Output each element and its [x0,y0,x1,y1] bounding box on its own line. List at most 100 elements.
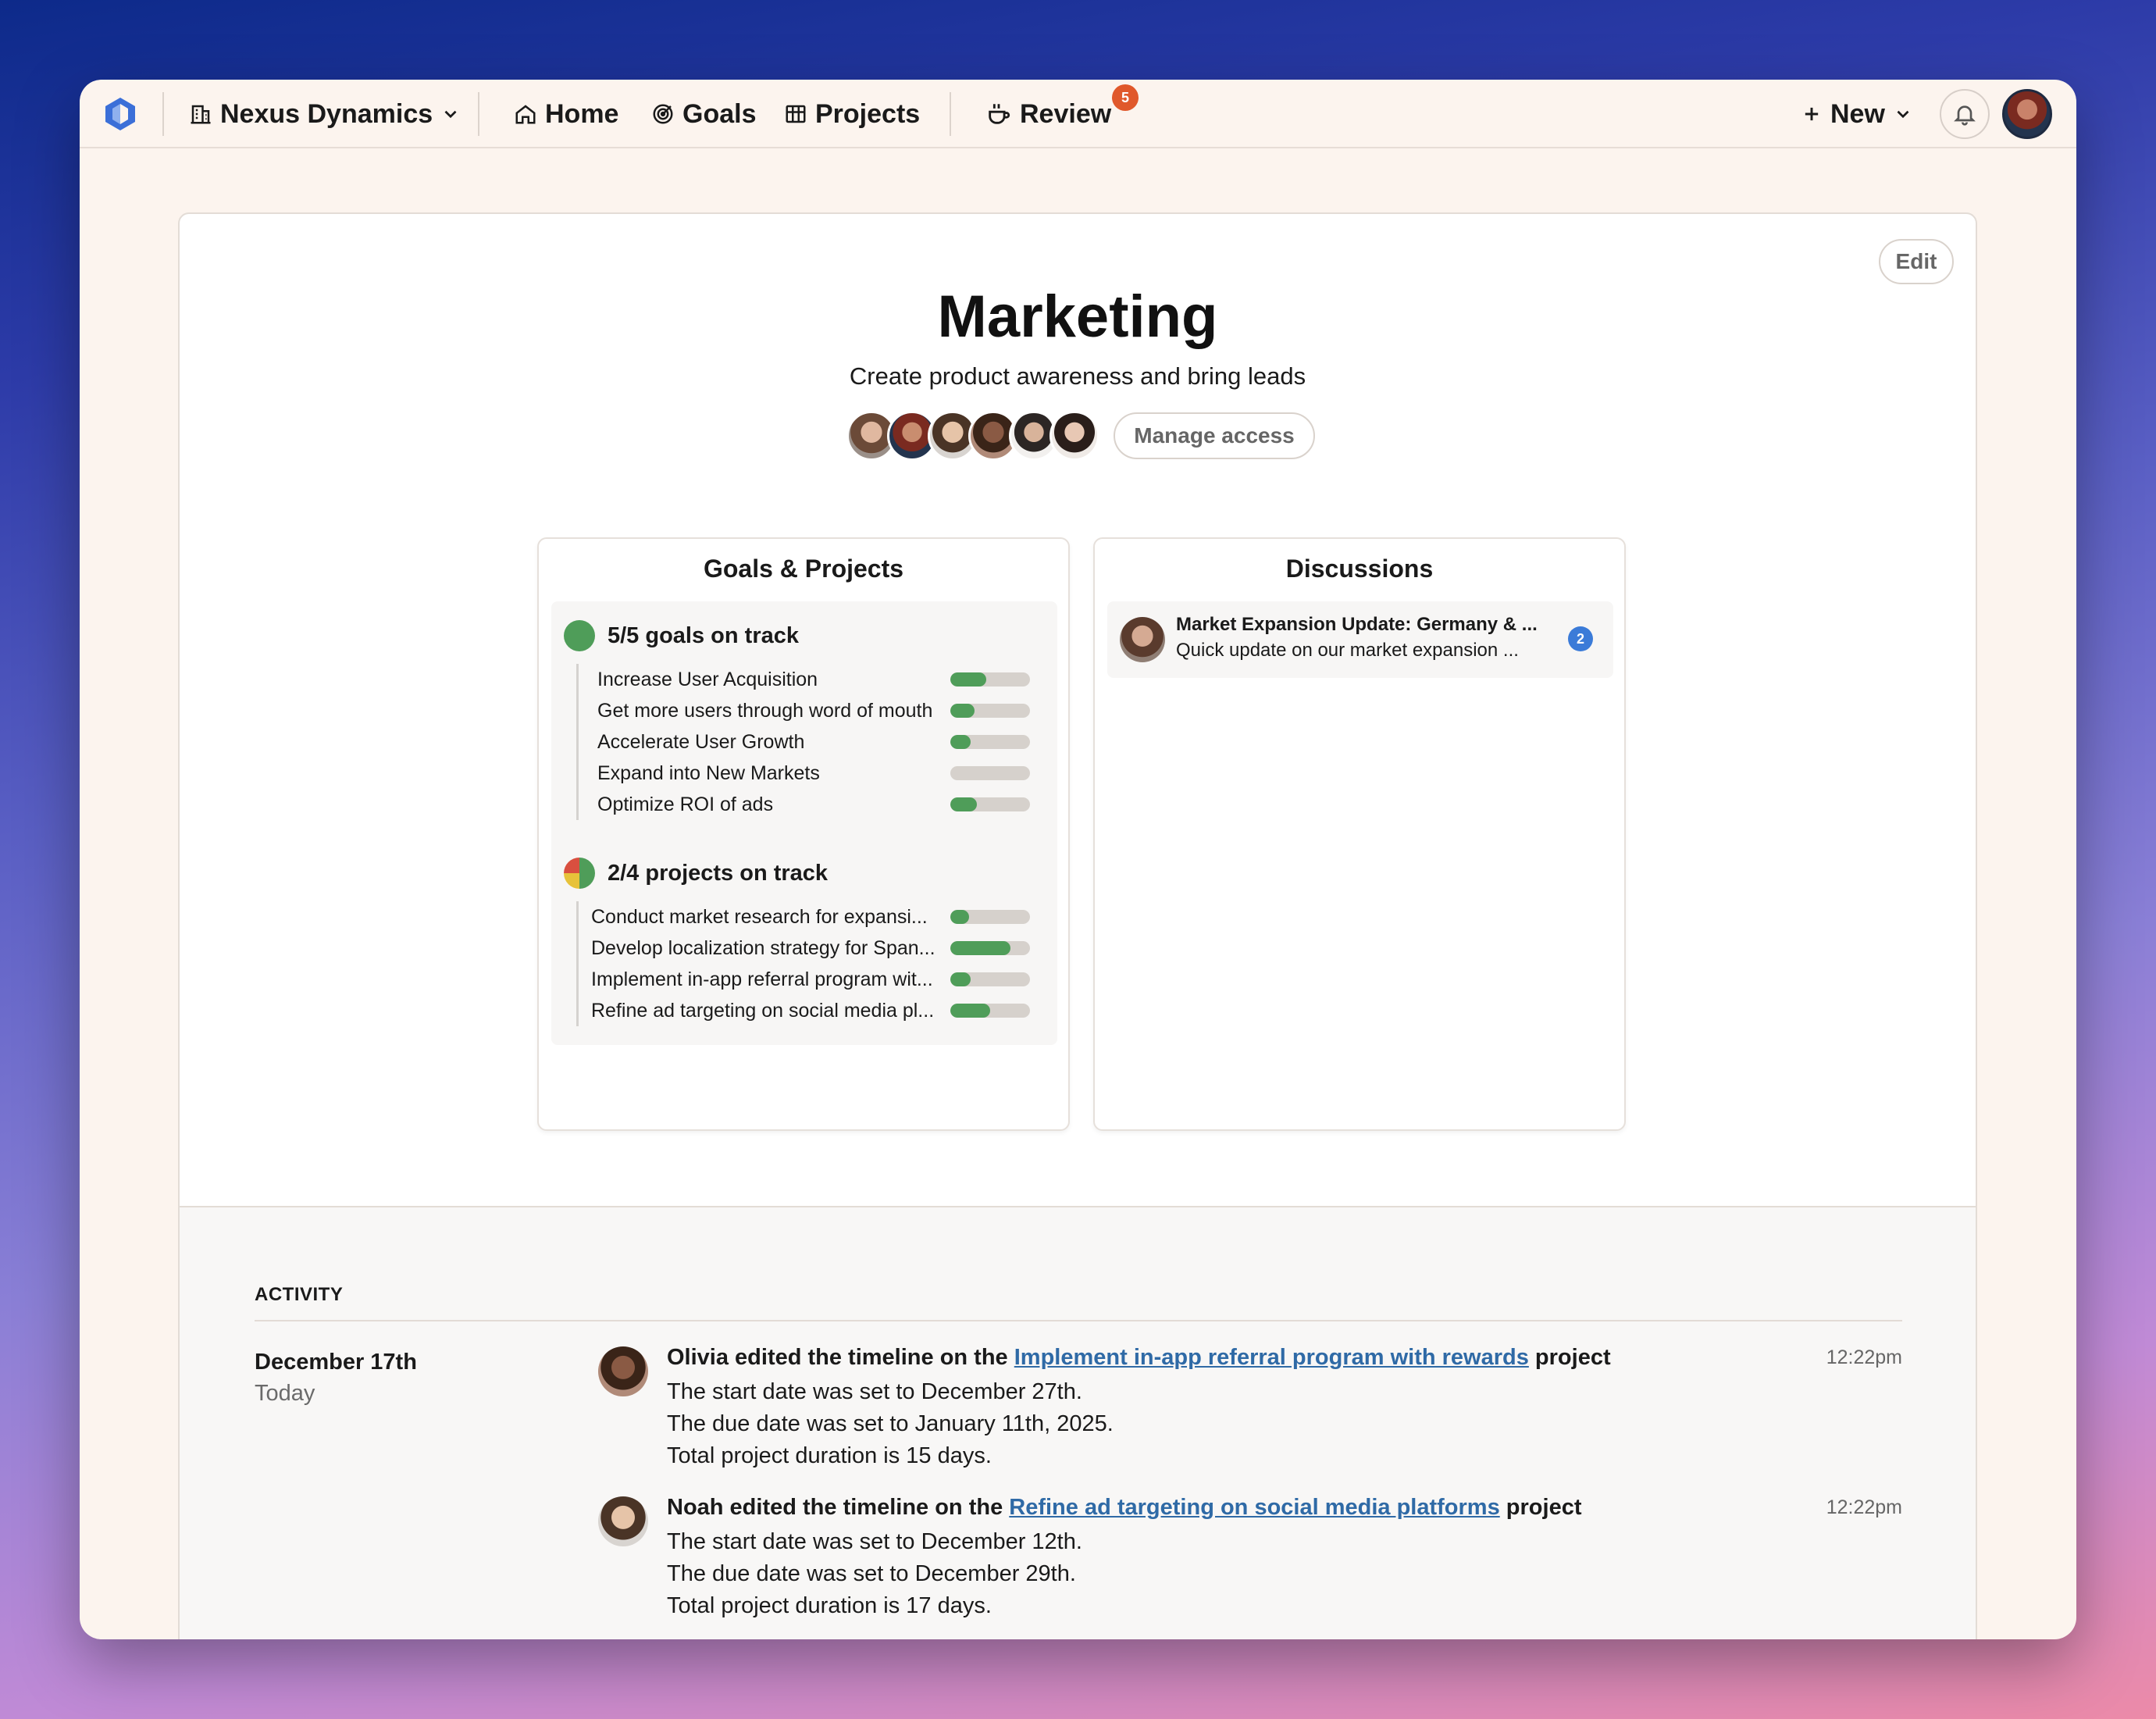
activity-time: 12:22pm [1826,1346,1902,1368]
goal-row[interactable]: Accelerate User Growth [579,726,1030,758]
page-title: Marketing [937,284,1218,350]
activity-text: Olivia edited the timeline on the [667,1345,1008,1370]
progress-fill [950,672,986,687]
goals-list: Increase User Acquisition Get more users … [576,664,1030,820]
progress-fill [950,797,977,811]
nav-divider [162,92,164,136]
avatar [598,1346,648,1396]
progress-fill [950,972,971,986]
manage-access-button[interactable]: Manage access [1114,412,1315,459]
progress-fill [950,735,971,749]
nav-divider [478,92,479,136]
activity-entry: Olivia edited the timeline on the Implem… [598,1345,1902,1478]
status-dot-green [564,620,595,651]
notifications-button[interactable] [1940,89,1990,139]
goal-row[interactable]: Increase User Acquisition [579,664,1030,695]
progress-fill [950,1004,990,1018]
goal-name: Expand into New Markets [597,761,820,784]
space-card: Edit Marketing Create product awareness … [178,212,1977,1639]
target-icon [653,104,673,124]
progress-bar [950,735,1030,749]
activity-detail: Total project duration is 15 days. [667,1443,992,1468]
nav-goals[interactable]: Goals [651,94,756,134]
activity-detail: Total project duration is 17 days. [667,1593,992,1618]
company-name: Nexus Dynamics [220,98,433,129]
progress-bar [950,704,1030,718]
project-row[interactable]: Refine ad targeting on social media pl..… [579,995,1030,1026]
projects-summary-label: 2/4 projects on track [608,860,829,886]
building-icon [191,105,211,124]
discussions-title: Discussions [1285,555,1434,583]
activity-time: 12:22pm [1826,1496,1902,1518]
activity-section: ACTIVITY December 17th Today Olivia edit… [180,1206,1976,1639]
activity-detail: The start date was set to December 12th. [667,1529,1082,1554]
status-pie-icon [564,858,595,889]
discussion-item[interactable]: Market Expansion Update: Germany & ... Q… [1107,601,1613,678]
goals-projects-title: Goals & Projects [703,555,904,583]
avatar [598,1496,648,1546]
new-button[interactable]: New [1801,94,1913,134]
discussion-title: Market Expansion Update: Germany & ... [1176,614,1538,635]
progress-bar [950,910,1030,924]
project-name: Conduct market research for expansi... [591,905,928,928]
goal-name: Optimize ROI of ads [597,793,774,815]
progress-fill [950,941,1010,955]
avatar [1049,411,1099,461]
coffee-icon [989,104,1010,124]
goal-row[interactable]: Get more users through word of mouth [579,695,1030,726]
activity-detail: The due date was set to January 11th, 20… [667,1411,1114,1436]
project-row[interactable]: Develop localization strategy for Span..… [579,933,1030,964]
nav-home[interactable]: Home [514,94,618,134]
nav-projects[interactable]: Projects [784,94,920,134]
goals-projects-panel[interactable]: Goals & Projects 5/5 goals on track Incr… [537,537,1070,1131]
progress-fill [950,704,975,718]
nav-review[interactable]: Review [985,94,1111,134]
project-row[interactable]: Conduct market research for expansi... [579,901,1030,933]
activity-text: Noah edited the timeline on the [667,1495,1003,1520]
activity-heading: ACTIVITY [255,1284,344,1305]
nav-home-label: Home [545,98,619,129]
divider [255,1320,1902,1321]
activity-date-relative: Today [255,1381,315,1406]
activity-text: project [1534,1345,1611,1370]
projects-list: Conduct market research for expansi... De… [576,901,1030,1026]
projects-summary: 2/4 projects on track [564,856,828,890]
company-switcher[interactable]: Nexus Dynamics [189,94,461,134]
review-count-badge: 5 [1112,84,1139,111]
discussions-panel[interactable]: Discussions Market Expansion Update: Ger… [1093,537,1626,1131]
plus-icon [1805,107,1819,121]
progress-bar [950,766,1030,780]
project-link[interactable]: Implement in-app referral program with r… [1014,1345,1529,1370]
nav-divider [950,92,951,136]
project-name: Refine ad targeting on social media pl..… [591,999,935,1022]
progress-bar [950,672,1030,687]
home-icon [515,105,536,124]
chevron-down-icon [1897,110,1909,119]
user-avatar[interactable] [2002,89,2052,139]
activity-entry: Noah edited the timeline on the Refine a… [598,1495,1902,1628]
chevron-down-icon [444,110,457,119]
project-name: Implement in-app referral program wit... [591,968,933,990]
progress-bar [950,1004,1030,1018]
comment-count-badge: 2 [1568,626,1593,651]
member-avatars[interactable] [846,411,1112,461]
nav-review-label: Review [1020,98,1112,129]
project-row[interactable]: Implement in-app referral program wit... [579,964,1030,995]
goal-row[interactable]: Expand into New Markets [579,758,1030,789]
goal-name: Accelerate User Growth [597,730,805,753]
project-name: Develop localization strategy for Span..… [591,936,935,959]
project-link[interactable]: Refine ad targeting on social media plat… [1009,1495,1499,1520]
page-subtitle: Create product awareness and bring leads [849,362,1306,390]
discussion-snippet: Quick update on our market expansion ... [1176,640,1519,661]
nav-goals-label: Goals [682,98,757,129]
top-nav: Nexus Dynamics Home Goals Projects Revie… [80,80,2076,148]
new-button-label: New [1830,98,1885,129]
app-logo-icon[interactable] [102,95,139,133]
table-icon [786,105,806,123]
goal-row[interactable]: Optimize ROI of ads [579,789,1030,820]
activity-detail: The start date was set to December 27th. [667,1379,1082,1404]
app-window: Nexus Dynamics Home Goals Projects Revie… [80,80,2076,1639]
avatar [1120,617,1165,662]
goal-name: Get more users through word of mouth [597,699,933,722]
edit-button[interactable]: Edit [1879,239,1954,284]
